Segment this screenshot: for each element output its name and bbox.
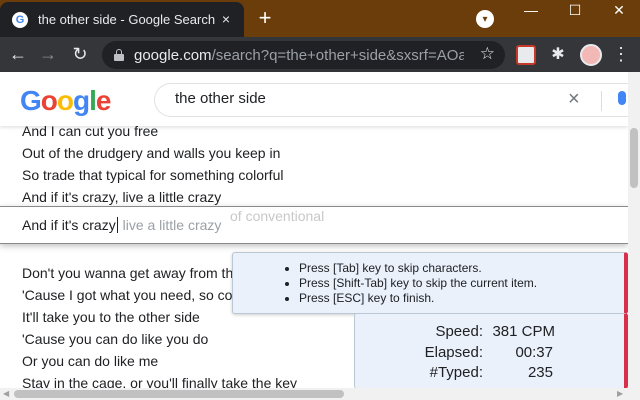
- address-bar[interactable]: google.com/search?q=the+other+side&sxsrf…: [102, 41, 505, 69]
- bookmark-star-icon[interactable]: ☆: [480, 44, 495, 64]
- tab-search-icon[interactable]: ▾: [476, 10, 494, 28]
- typing-extension-icon[interactable]: [516, 45, 536, 65]
- elapsed-value: 00:37: [515, 344, 553, 361]
- minimize-button[interactable]: —: [516, 2, 546, 18]
- elapsed-row: Elapsed: 00:37: [355, 344, 625, 364]
- typing-practice-box[interactable]: of conventional And if it's crazy live a…: [0, 206, 628, 244]
- vertical-scrollbar[interactable]: [628, 72, 640, 388]
- horizontal-scrollbar[interactable]: ◀ ▶: [0, 388, 640, 400]
- logo-letter: e: [95, 85, 112, 116]
- close-window-button[interactable]: ✕: [604, 2, 634, 19]
- speed-row: Speed: 381 CPM: [355, 323, 625, 343]
- logo-letter: o: [56, 85, 74, 116]
- lyric-line: So trade that typical for something colo…: [22, 167, 284, 183]
- logo-letter: G: [20, 85, 42, 116]
- ghost-next-text: of conventional: [230, 208, 325, 224]
- scroll-left-arrow-icon[interactable]: ◀: [3, 388, 9, 400]
- maximize-button[interactable]: ☐: [560, 2, 590, 19]
- instructions-list: Press [Tab] key to skip characters. Pres…: [299, 261, 537, 306]
- browser-tab[interactable]: G the other side - Google Search ×: [0, 2, 244, 37]
- browser-toolbar: ← → ↻ google.com/search?q=the+other+side…: [0, 37, 640, 72]
- forward-button[interactable]: →: [36, 43, 60, 67]
- new-tab-button[interactable]: +: [254, 7, 276, 29]
- instruction-item: Press [Tab] key to skip characters.: [299, 261, 537, 276]
- microphone-icon[interactable]: [618, 91, 626, 105]
- logo-letter: g: [73, 85, 90, 116]
- url-text[interactable]: google.com/search?q=the+other+side&sxsrf…: [134, 47, 464, 64]
- lyric-line: Out of the drudgery and walls you keep i…: [22, 145, 281, 161]
- google-favicon-icon: G: [12, 11, 28, 28]
- back-button[interactable]: ←: [6, 43, 30, 67]
- stats-panel: Speed: 381 CPM Elapsed: 00:37 #Typed: 23…: [354, 313, 628, 389]
- google-header: Google ×: [0, 72, 640, 126]
- google-search-box[interactable]: ×: [154, 83, 640, 117]
- search-input[interactable]: [175, 90, 555, 107]
- browser-menu-icon[interactable]: ⋮: [612, 44, 630, 64]
- browser-window: G the other side - Google Search × + ▾ —…: [0, 0, 640, 400]
- instructions-panel: Press [Tab] key to skip characters. Pres…: [232, 252, 628, 314]
- instruction-item: Press [ESC] key to finish.: [299, 291, 537, 306]
- reload-button[interactable]: ↻: [68, 43, 92, 67]
- profile-avatar[interactable]: [580, 44, 602, 66]
- lyric-line: And if it's crazy, live a little crazy: [22, 189, 222, 205]
- clear-search-icon[interactable]: ×: [568, 88, 580, 111]
- text-caret: [116, 217, 118, 233]
- title-bar: G the other side - Google Search × + ▾ —…: [0, 0, 640, 37]
- typed-count-label: #Typed:: [429, 364, 483, 381]
- logo-letter: o: [40, 85, 58, 116]
- lyrics-upper: And I can cut you free Out of the drudge…: [22, 120, 622, 208]
- url-host: google.com: [134, 47, 212, 64]
- typed-count-value: 235: [527, 364, 553, 381]
- typed-text: And if it's crazy: [22, 217, 116, 233]
- typed-count-row: #Typed: 235: [355, 364, 625, 384]
- scroll-right-arrow-icon[interactable]: ▶: [617, 388, 623, 400]
- close-tab-icon[interactable]: ×: [218, 11, 234, 27]
- url-path: /search?q=the+other+side&sxsrf=AOa...: [211, 47, 464, 64]
- vertical-scroll-thumb[interactable]: [630, 128, 638, 188]
- remaining-text: live a little crazy: [118, 217, 222, 233]
- extensions-puzzle-icon[interactable]: ✱: [548, 45, 568, 65]
- lock-icon[interactable]: [114, 49, 124, 61]
- search-divider: [601, 91, 602, 111]
- typing-line: And if it's crazy live a little crazy: [22, 217, 221, 233]
- google-logo[interactable]: Google: [20, 85, 112, 117]
- speed-value: 381 CPM: [492, 323, 555, 340]
- horizontal-scroll-thumb[interactable]: [14, 390, 344, 398]
- elapsed-label: Elapsed:: [424, 344, 483, 361]
- speed-label: Speed:: [435, 323, 483, 340]
- instruction-item: Press [Shift-Tab] key to skip the curren…: [299, 276, 537, 291]
- logo-letter: l: [89, 85, 97, 116]
- tab-title: the other side - Google Search: [38, 12, 216, 27]
